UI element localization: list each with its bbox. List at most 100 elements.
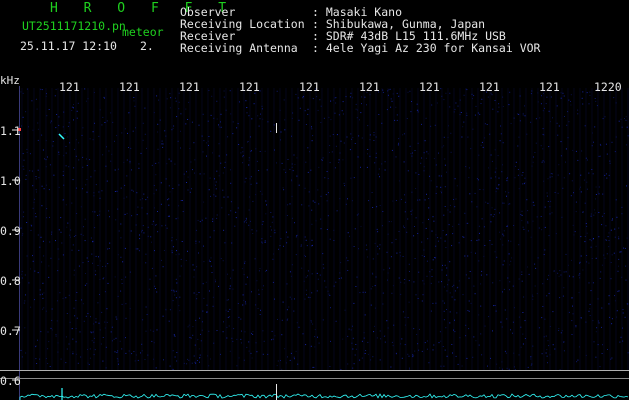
noise-pixel: [349, 235, 350, 237]
noise-pixel: [335, 281, 337, 283]
noise-pixel: [32, 260, 34, 262]
noise-pixel: [155, 367, 157, 369]
noise-pixel: [80, 206, 82, 208]
noise-pixel: [139, 234, 140, 236]
noise-pixel: [292, 170, 294, 172]
noise-pixel: [242, 156, 243, 158]
noise-pixel: [125, 276, 127, 278]
noise-pixel: [374, 162, 376, 164]
noise-pixel: [544, 249, 546, 251]
noise-pixel: [584, 125, 586, 127]
noise-pixel: [109, 216, 110, 218]
noise-pixel: [289, 359, 291, 361]
noise-pixel: [208, 90, 210, 91]
noise-pixel: [311, 239, 313, 241]
noise-pixel: [520, 214, 522, 215]
noise-pixel: [318, 203, 320, 205]
noise-pixel: [92, 262, 93, 264]
noise-pixel: [589, 308, 591, 310]
noise-pixel: [455, 198, 457, 200]
noise-pixel: [222, 331, 224, 333]
noise-pixel: [138, 163, 140, 165]
noise-pixel: [503, 230, 505, 232]
noise-pixel: [58, 151, 60, 153]
noise-pixel: [308, 205, 310, 207]
noise-pixel: [610, 262, 612, 263]
noise-pixel: [310, 345, 312, 347]
noise-pixel: [227, 196, 229, 198]
noise-pixel: [172, 127, 174, 129]
noise-pixel: [168, 204, 170, 206]
noise-pixel: [546, 349, 548, 351]
noise-pixel: [199, 221, 201, 223]
noise-pixel: [139, 199, 141, 201]
noise-pixel: [65, 336, 67, 338]
noise-pixel: [320, 105, 322, 107]
noise-pixel: [121, 348, 123, 350]
noise-pixel: [403, 133, 405, 135]
noise-pixel: [449, 204, 451, 206]
noise-pixel: [486, 274, 488, 276]
noise-pixel: [524, 115, 526, 117]
noise-pixel: [602, 193, 604, 195]
noise-pixel: [324, 280, 326, 282]
noise-pixel: [580, 174, 582, 176]
noise-pixel: [490, 214, 492, 216]
noise-pixel: [65, 165, 67, 167]
noise-pixel: [62, 297, 64, 299]
noise-pixel: [474, 114, 476, 116]
noise-pixel: [590, 215, 592, 217]
noise-pixel: [557, 192, 559, 194]
noise-pixel: [586, 159, 588, 161]
noise-pixel: [421, 255, 423, 257]
noise-pixel: [373, 331, 375, 333]
noise-pixel: [281, 319, 283, 321]
noise-pixel: [235, 217, 237, 219]
noise-pixel: [503, 260, 505, 262]
noise-pixel: [508, 104, 510, 106]
noise-pixel: [90, 316, 91, 318]
noise-pixel: [589, 239, 591, 241]
noise-pixel: [588, 310, 590, 312]
noise-pixel: [95, 321, 97, 323]
noise-pixel: [203, 261, 205, 263]
noise-pixel: [554, 192, 556, 193]
noise-pixel: [421, 123, 422, 125]
noise-pixel: [373, 134, 375, 136]
noise-pixel: [287, 236, 289, 238]
noise-pixel: [72, 353, 74, 355]
noise-pixel: [60, 231, 62, 233]
noise-pixel: [199, 361, 200, 363]
noise-pixel: [248, 157, 250, 159]
noise-pixel: [156, 95, 158, 97]
noise-pixel: [454, 108, 456, 110]
noise-pixel: [499, 231, 501, 233]
noise-pixel: [520, 326, 522, 328]
noise-pixel: [604, 257, 606, 259]
noise-pixel: [197, 360, 198, 361]
noise-pixel: [176, 116, 178, 118]
noise-pixel: [32, 255, 33, 257]
noise-pixel: [594, 209, 595, 211]
noise-pixel: [216, 118, 218, 120]
noise-pixel: [572, 276, 574, 278]
noise-pixel: [454, 178, 456, 180]
noise-pixel: [396, 92, 398, 94]
noise-pixel: [209, 261, 211, 262]
noise-pixel: [408, 355, 410, 357]
noise-pixel: [188, 359, 190, 361]
noise-pixel: [593, 141, 594, 143]
noise-pixel: [155, 288, 156, 289]
noise-pixel: [65, 204, 67, 206]
noise-pixel: [408, 263, 410, 265]
noise-pixel: [461, 365, 463, 367]
y-tick-label: 1.0: [0, 174, 21, 188]
noise-pixel: [25, 352, 27, 354]
noise-pixel: [577, 159, 579, 161]
noise-pixel: [544, 226, 546, 228]
noise-pixel: [328, 293, 330, 295]
noise-pixel: [396, 252, 398, 254]
noise-pixel: [588, 103, 590, 105]
noise-pixel: [266, 169, 268, 171]
noise-pixel: [426, 348, 428, 350]
